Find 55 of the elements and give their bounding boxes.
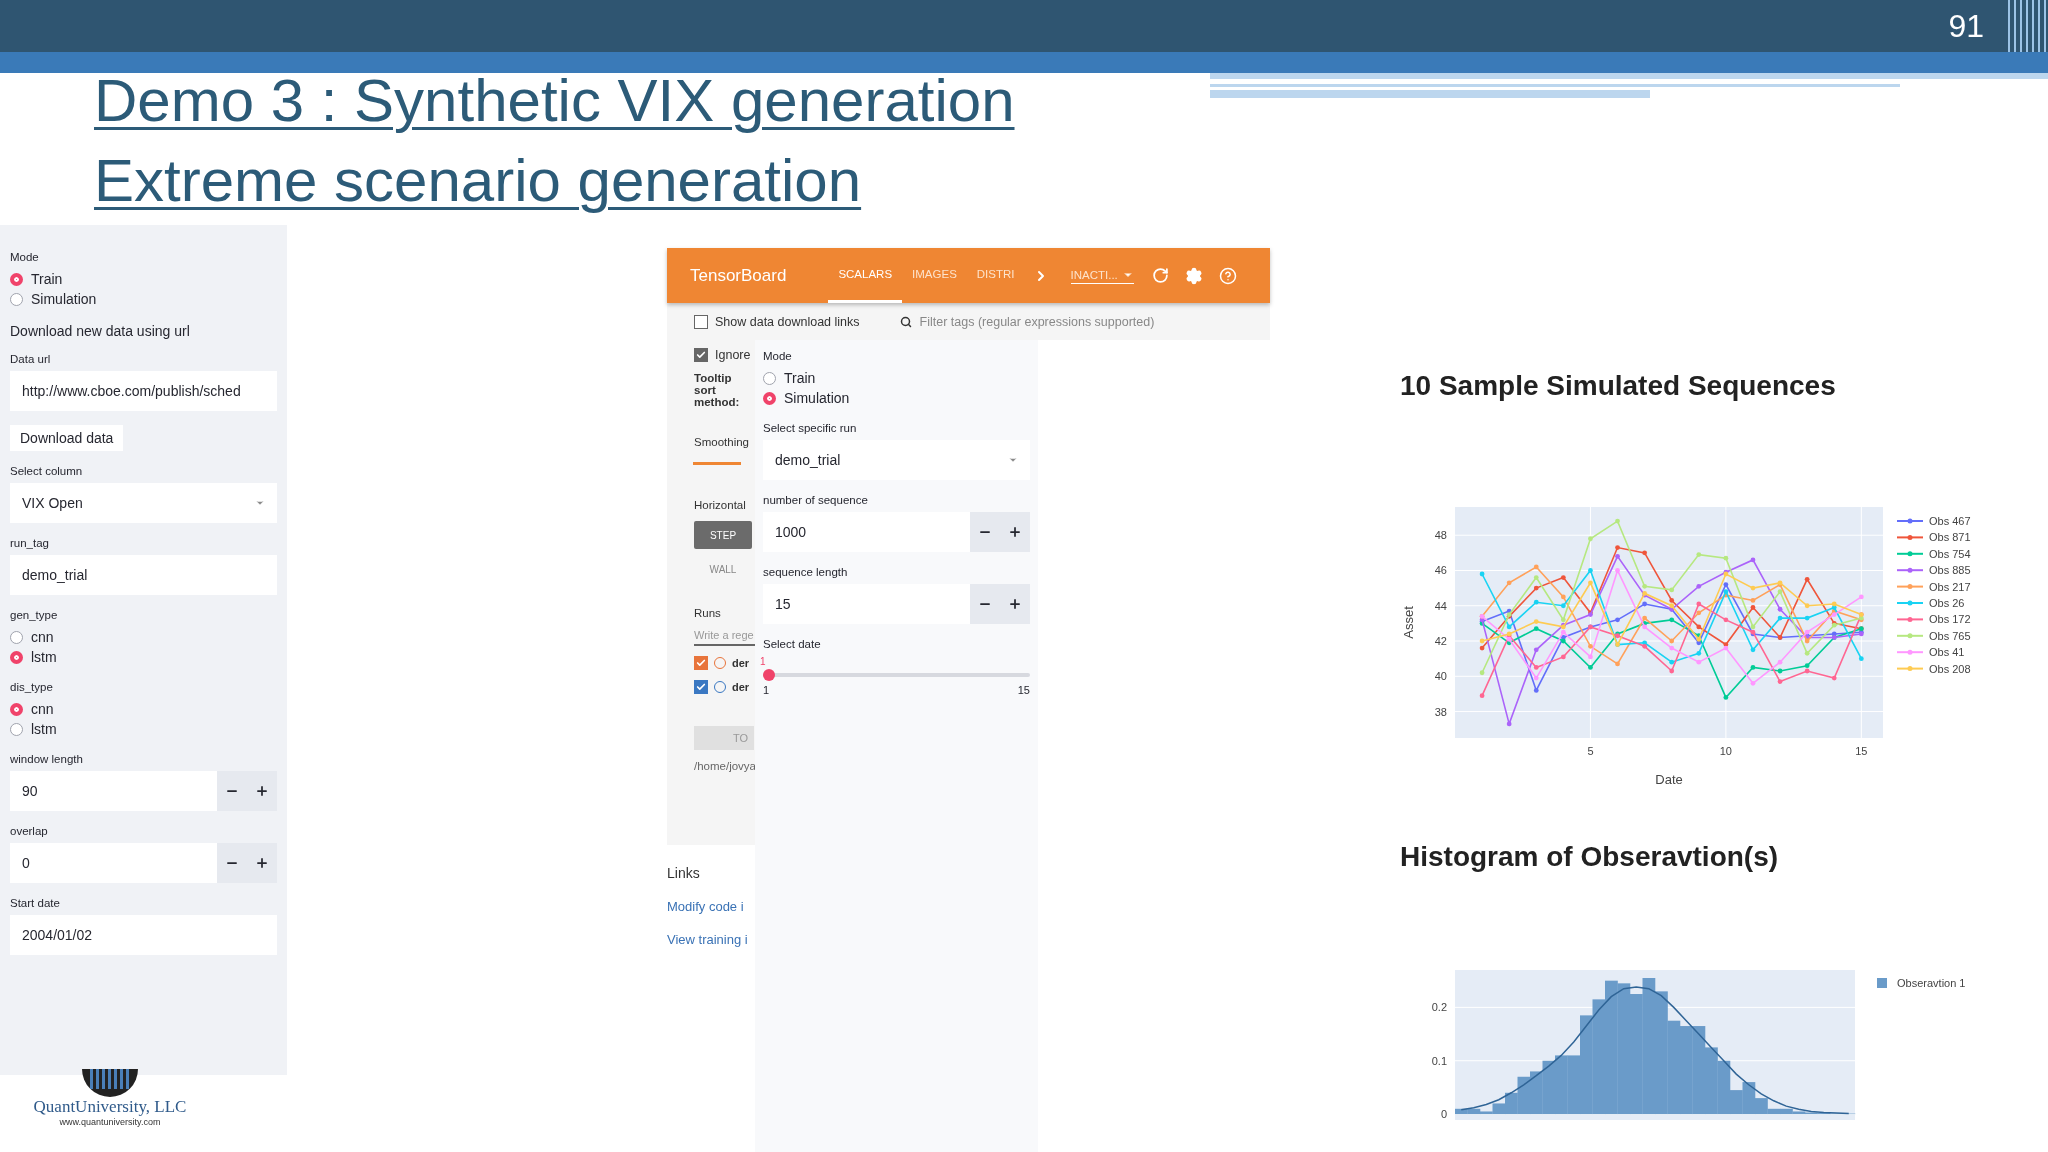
legend-label: Obseravtion 1 xyxy=(1897,977,1966,989)
field-label: number of sequence xyxy=(763,494,869,506)
axis-tick-label: 48 xyxy=(1434,529,1447,542)
setting-label: Smoothing xyxy=(694,436,750,448)
field-label: Data url xyxy=(10,353,52,365)
field-label: overlap xyxy=(10,825,49,837)
legend-label: Obs 885 xyxy=(1929,564,1971,577)
setting-label: Runs xyxy=(694,607,722,619)
setting-label: Horizontal xyxy=(694,499,747,511)
axis-title: Asset xyxy=(1401,606,1416,639)
links-heading: Links xyxy=(667,865,701,881)
legend-label: Obs 41 xyxy=(1929,646,1965,659)
legend-label: Obs 467 xyxy=(1929,515,1971,527)
field-label: Select specific run xyxy=(763,422,858,434)
axis-tick-label: 44 xyxy=(1434,599,1447,612)
axis-tick-label: 46 xyxy=(1434,564,1447,577)
field-label: Mode xyxy=(10,251,40,263)
field-label: gen_type xyxy=(10,609,59,621)
axis-title: Date xyxy=(1655,772,1683,787)
app-title: TensorBoard xyxy=(690,265,787,286)
field-label: Select column xyxy=(10,465,84,477)
field-label: sequence length xyxy=(763,566,849,578)
chart-title: 10 Sample Simulated Sequences xyxy=(1400,370,1837,402)
log-path: /home/jovya xyxy=(694,760,755,772)
field-label: run_tag xyxy=(10,537,50,549)
legend-label: Obs 871 xyxy=(1929,531,1971,544)
legend-label: Obs 208 xyxy=(1929,662,1971,675)
legend-label: Obs 217 xyxy=(1929,580,1971,593)
axis-tick-label: 38 xyxy=(1434,705,1447,718)
axis-tick-label: 0 xyxy=(1440,1108,1447,1121)
section-text: Download new data using url xyxy=(10,323,191,339)
axis-tick-label: 5 xyxy=(1587,745,1594,757)
field-label: Select date xyxy=(763,638,822,650)
field-label: dis_type xyxy=(10,681,54,693)
axis-tick-label: 15 xyxy=(1855,745,1868,757)
axis-tick-label: 40 xyxy=(1434,670,1447,683)
setting-label: Tooltip sort method: xyxy=(694,372,741,408)
legend-label: Obs 754 xyxy=(1929,547,1971,560)
axis-tick-label: 0.2 xyxy=(1431,1001,1447,1014)
chart-title: Histogram of Obseravtion(s) xyxy=(1400,841,1780,873)
page-number: 91 xyxy=(1948,7,1984,45)
field-label: window length xyxy=(10,753,84,765)
slider-value: 1 xyxy=(760,656,766,667)
axis-tick-label: 42 xyxy=(1434,635,1447,647)
axis-tick-label: 0.1 xyxy=(1431,1054,1447,1067)
legend-label: Obs 765 xyxy=(1929,629,1971,642)
legend-label: Obs 172 xyxy=(1929,613,1971,626)
logo-url: www.quantuniversity.com xyxy=(59,1117,161,1127)
axis-tick-label: 10 xyxy=(1719,745,1732,757)
slider-max: 15 xyxy=(1017,684,1030,696)
legend-label: Obs 26 xyxy=(1929,597,1965,609)
slider-min: 1 xyxy=(763,684,770,696)
field-label: Start date xyxy=(10,897,61,909)
logo-text: QuantUniversity, LLC xyxy=(33,1097,187,1117)
field-label: Mode xyxy=(763,350,793,362)
